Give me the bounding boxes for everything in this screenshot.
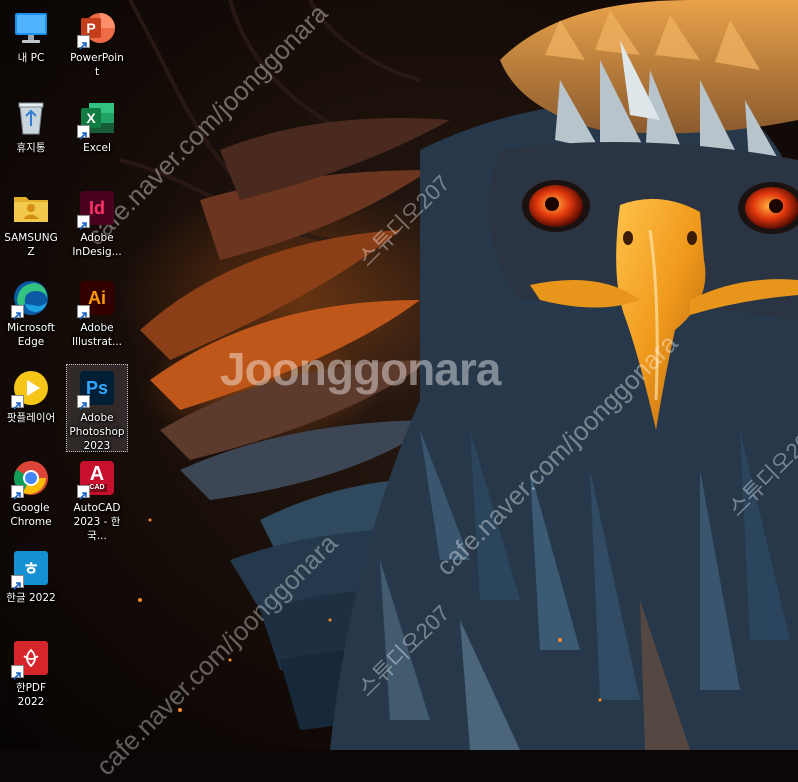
desktop-icon-label: 내 PC — [17, 52, 45, 64]
powerpoint-tile-text: P — [86, 20, 96, 36]
desktop-icon-label: Adobe Illustrat... — [71, 322, 123, 348]
powerpoint-icon: P — [77, 8, 117, 50]
shortcut-arrow-icon — [77, 395, 90, 410]
desktop-icon-label: 한PDF 2022 — [15, 682, 47, 708]
photoshop-icon: Ps — [77, 368, 117, 410]
desktop-icon-chrome[interactable]: Google Chrome — [2, 454, 60, 529]
desktop-icon-label: PowerPoint — [70, 52, 124, 78]
user-folder-icon — [11, 188, 51, 228]
desktop-icon-label: SAMSUNG Z — [4, 232, 58, 258]
autocad-icon: A CAD — [77, 458, 117, 500]
shortcut-arrow-icon — [77, 35, 90, 50]
hangul-tile-text: ㅎ — [22, 559, 40, 579]
desktop-icon-label: 한글 2022 — [6, 592, 56, 604]
excel-icon: X — [77, 98, 117, 140]
desktop-icon-edge[interactable]: Microsoft Edge — [2, 274, 60, 349]
desktop-icon-label: 팟플레이어 — [6, 412, 56, 424]
desktop-icon-illustrator[interactable]: Ai Adobe Illustrat... — [68, 274, 126, 349]
desktop-icon-powerpoint[interactable]: P PowerPoint — [68, 4, 126, 79]
autocad-tile-text: A — [89, 463, 105, 485]
illustrator-icon: Ai — [77, 278, 117, 320]
monitor-icon — [11, 8, 51, 48]
excel-tile-text: X — [86, 110, 96, 126]
shortcut-arrow-icon — [11, 665, 24, 680]
chrome-icon — [11, 458, 51, 500]
shortcut-arrow-icon — [11, 305, 24, 320]
desktop-icon-label: 휴지통 — [16, 142, 46, 154]
recycle-bin-icon — [11, 98, 51, 138]
desktop-icon-potplayer[interactable]: 팟플레이어 — [2, 364, 60, 425]
desktop-icon-photoshop[interactable]: Ps Adobe Photoshop 2023 — [66, 364, 128, 452]
potplayer-icon — [11, 368, 51, 410]
desktop-icon-my-pc[interactable]: 내 PC — [2, 4, 60, 65]
desktop-icon-label: Microsoft Edge — [7, 322, 55, 348]
hangul-icon: ㅎ — [11, 548, 51, 590]
desktop-icon-label: AutoCAD 2023 - 한국... — [73, 502, 121, 542]
desktop-icon-label: Adobe InDesig... — [72, 232, 122, 258]
shortcut-arrow-icon — [77, 485, 90, 500]
illustrator-tile-text: Ai — [88, 287, 106, 308]
desktop-icon-label: Adobe Photoshop 2023 — [69, 412, 125, 452]
shortcut-arrow-icon — [77, 215, 90, 230]
desktop-icon-recycle-bin[interactable]: 휴지통 — [2, 94, 60, 155]
desktop-icon-autocad[interactable]: A CAD AutoCAD 2023 - 한국... — [66, 454, 128, 543]
indesign-tile-text: Id — [89, 197, 105, 218]
desktop-icon-label: Google Chrome — [10, 502, 52, 528]
hanpdf-icon — [11, 638, 51, 680]
desktop-icon-hangul[interactable]: ㅎ 한글 2022 — [2, 544, 60, 605]
desktop-icon-excel[interactable]: X Excel — [68, 94, 126, 155]
shortcut-arrow-icon — [11, 575, 24, 590]
desktop-icon-label: Excel — [83, 142, 111, 154]
desktop-icon-hanpdf[interactable]: 한PDF 2022 — [2, 634, 60, 709]
desktop-icon-user-folder[interactable]: SAMSUNG Z — [2, 184, 60, 259]
desktop-icon-indesign[interactable]: Id Adobe InDesig... — [68, 184, 126, 259]
shortcut-arrow-icon — [11, 485, 24, 500]
shortcut-arrow-icon — [77, 125, 90, 140]
autocad-badge-text: CAD — [87, 484, 107, 492]
indesign-icon: Id — [77, 188, 117, 230]
edge-icon — [11, 278, 51, 320]
shortcut-arrow-icon — [11, 395, 24, 410]
shortcut-arrow-icon — [77, 305, 90, 320]
